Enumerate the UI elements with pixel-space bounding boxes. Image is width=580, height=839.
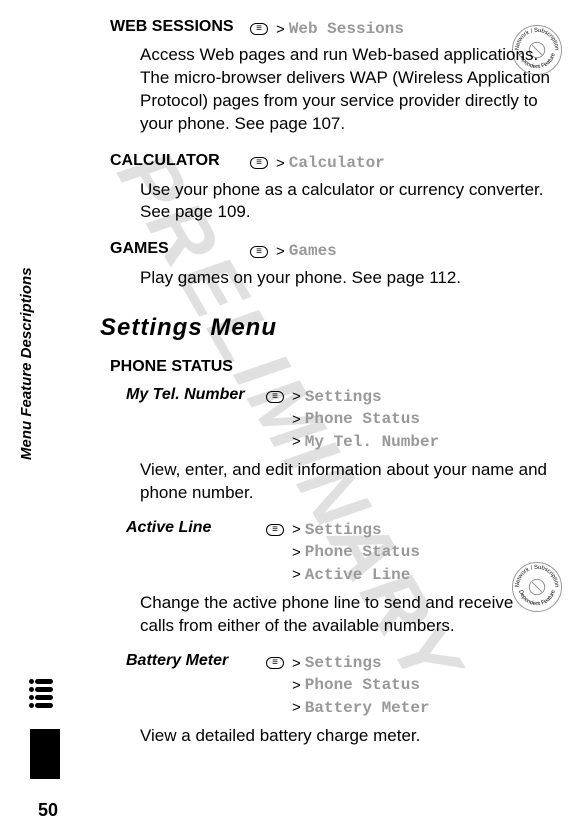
feature-title: GAMES [110,240,250,258]
main-content: WEB SESSIONS > Web Sessions Access Web p… [0,0,580,777]
feature-calculator: CALCULATOR > Calculator Use your phone a… [110,152,550,224]
arrow-icon: > [292,431,301,452]
feature-description: Play games on your phone. See page 112. [110,267,550,290]
menu-path: > Calculator [250,152,385,174]
path-item: Settings [305,519,382,541]
menu-icon [266,657,284,669]
path-item: Battery Meter [305,697,430,719]
arrow-icon: > [276,153,285,174]
path-item: Phone Status [305,674,420,696]
feature-active-line: Active Line > Settings > Phone Status > … [126,519,550,638]
feature-title: Battery Meter [126,652,266,670]
menu-path: > Settings > Phone Status > Active Line [266,519,420,586]
menu-icon [250,157,268,169]
path-item: Calculator [289,152,385,174]
path-item: Settings [305,386,382,408]
path-item: Web Sessions [289,18,404,40]
menu-icon [266,391,284,403]
arrow-icon: > [292,697,301,718]
menu-path: > Settings > Phone Status > My Tel. Numb… [266,386,439,453]
feature-title: My Tel. Number [126,386,266,404]
path-item: Phone Status [305,408,420,430]
feature-my-tel-number: My Tel. Number > Settings > Phone Status… [126,386,550,505]
menu-path: > Games [250,240,337,262]
feature-title: CALCULATOR [110,152,250,170]
feature-battery-meter: Battery Meter > Settings > Phone Status … [126,652,550,748]
arrow-icon: > [292,675,301,696]
menu-icon [250,246,268,258]
page-number: 50 [38,800,58,821]
menu-icon [266,524,284,536]
menu-path: > Web Sessions [250,18,404,40]
path-item: Games [289,240,337,262]
feature-description: Change the active phone line to send and… [126,592,550,638]
feature-games: GAMES > Games Play games on your phone. … [110,240,550,289]
menu-icon [250,23,268,35]
arrow-icon: > [276,241,285,262]
menu-path: > Settings > Phone Status > Battery Mete… [266,652,430,719]
path-item: Settings [305,652,382,674]
section-heading: Settings Menu [100,314,550,342]
subsection-title: PHONE STATUS [110,358,550,376]
feature-web-sessions: WEB SESSIONS > Web Sessions Access Web p… [110,18,550,136]
feature-description: View a detailed battery charge meter. [126,725,550,748]
feature-description: View, enter, and edit information about … [126,459,550,505]
arrow-icon: > [292,564,301,585]
feature-title: Active Line [126,519,266,537]
feature-title: WEB SESSIONS [110,18,250,36]
arrow-icon: > [276,19,285,40]
arrow-icon: > [292,542,301,563]
arrow-icon: > [292,519,301,540]
arrow-icon: > [292,653,301,674]
arrow-icon: > [292,386,301,407]
path-item: My Tel. Number [305,431,439,453]
feature-description: Use your phone as a calculator or curren… [110,179,550,225]
path-item: Phone Status [305,541,420,563]
path-item: Active Line [305,564,411,586]
arrow-icon: > [292,409,301,430]
feature-description: Access Web pages and run Web-based appli… [110,44,550,136]
